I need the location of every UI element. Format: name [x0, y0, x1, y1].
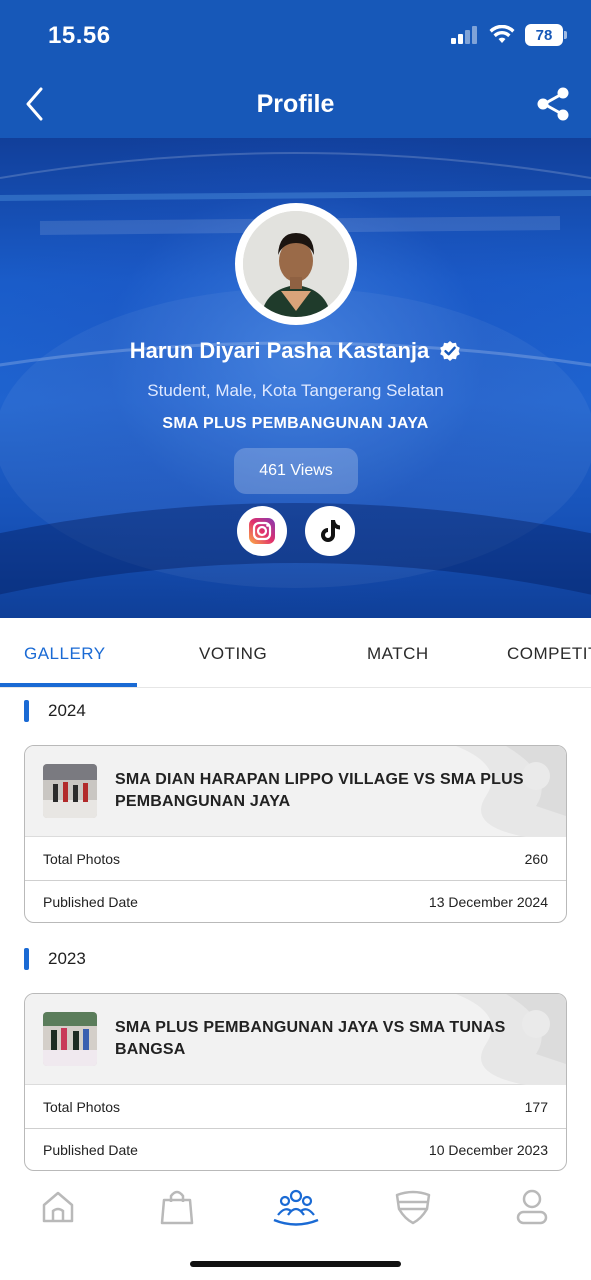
- active-tab-indicator: [0, 683, 137, 687]
- nav-shop[interactable]: [147, 1186, 207, 1228]
- published-date-row: Published Date 10 December 2023: [25, 1128, 566, 1170]
- nav-account[interactable]: [502, 1186, 562, 1228]
- gallery-card-header: SMA PLUS PEMBANGUNAN JAYA VS SMA TUNAS B…: [25, 994, 566, 1085]
- gallery-thumbnail: [43, 764, 97, 818]
- avatar: [235, 203, 357, 325]
- profile-subtitle: Student, Male, Kota Tangerang Selatan: [147, 381, 444, 400]
- year-marker: [24, 700, 29, 722]
- total-photos-value: 177: [524, 1098, 548, 1115]
- published-date-value: 10 December 2023: [428, 1142, 548, 1158]
- year-marker: [24, 948, 29, 970]
- home-indicator: [190, 1261, 401, 1267]
- profile-tabs: GALLERY VOTING MATCH COMPETITI: [0, 618, 591, 688]
- share-icon: [537, 87, 569, 121]
- wifi-icon: [489, 25, 515, 43]
- tiktok-button[interactable]: [305, 506, 355, 556]
- published-date-label: Published Date: [43, 894, 138, 910]
- signal-icon: [451, 26, 477, 44]
- gallery-card[interactable]: SMA PLUS PEMBANGUNAN JAYA VS SMA TUNAS B…: [24, 993, 567, 1171]
- tab-match[interactable]: MATCH: [367, 644, 429, 664]
- instagram-icon: [249, 518, 275, 544]
- published-date-label: Published Date: [43, 1142, 138, 1158]
- gallery-card[interactable]: SMA DIAN HARAPAN LIPPO VILLAGE VS SMA PL…: [24, 745, 567, 923]
- match-photo: [43, 764, 97, 818]
- profile-name-row: Harun Diyari Pasha Kastanja: [0, 338, 591, 364]
- gallery-card-header: SMA DIAN HARAPAN LIPPO VILLAGE VS SMA PL…: [25, 746, 566, 837]
- status-time: 15.56: [48, 22, 111, 49]
- nav-home[interactable]: [28, 1186, 88, 1228]
- published-date-row: Published Date 13 December 2024: [25, 880, 566, 922]
- page-title: Profile: [256, 90, 335, 118]
- gallery-card-title: SMA DIAN HARAPAN LIPPO VILLAGE VS SMA PL…: [115, 771, 524, 810]
- user-icon: [516, 1189, 548, 1225]
- app-bar: 15.56 78 Profile: [0, 0, 591, 138]
- year-label: 2024: [48, 701, 86, 720]
- profile-hero: Harun Diyari Pasha Kastanja Student, Mal…: [0, 138, 591, 618]
- profile-name: Harun Diyari Pasha Kastanja: [129, 338, 430, 363]
- community-icon: [273, 1189, 319, 1226]
- battery-indicator: 78: [525, 24, 567, 46]
- total-photos-row: Total Photos 260: [25, 837, 566, 880]
- instagram-button[interactable]: [237, 506, 287, 556]
- published-date-value: 13 December 2024: [428, 894, 548, 910]
- year-header: 2023: [24, 947, 86, 971]
- total-photos-value: 260: [524, 850, 548, 867]
- total-photos-label: Total Photos: [43, 1098, 121, 1115]
- match-photo: [43, 1012, 97, 1066]
- gallery-thumbnail: [43, 1012, 97, 1066]
- tab-voting[interactable]: VOTING: [199, 644, 267, 664]
- views-count: 461 Views: [234, 448, 358, 494]
- tab-gallery[interactable]: GALLERY: [24, 644, 106, 664]
- shopping-bag-icon: [160, 1190, 194, 1225]
- share-button[interactable]: [535, 86, 571, 122]
- tab-competition[interactable]: COMPETITI: [507, 644, 591, 664]
- year-label: 2023: [48, 949, 86, 968]
- year-header: 2024: [24, 699, 86, 723]
- total-photos-row: Total Photos 177: [25, 1085, 566, 1128]
- nav-league[interactable]: [383, 1186, 443, 1228]
- tiktok-icon: [321, 520, 340, 542]
- profile-school: SMA PLUS PEMBANGUNAN JAYA: [162, 415, 429, 432]
- status-indicators: 78: [451, 24, 567, 46]
- nav-community[interactable]: [266, 1186, 326, 1228]
- gallery-list[interactable]: 2024 SMA DIAN HARAPAN LIPPO VILLAGE VS S…: [0, 688, 591, 1178]
- shield-icon: [395, 1190, 431, 1225]
- home-icon: [42, 1191, 74, 1223]
- avatar-photo: [243, 211, 349, 317]
- gallery-card-title: SMA PLUS PEMBANGUNAN JAYA VS SMA TUNAS B…: [115, 1019, 506, 1058]
- total-photos-label: Total Photos: [43, 850, 121, 867]
- verified-badge-icon: [440, 341, 461, 361]
